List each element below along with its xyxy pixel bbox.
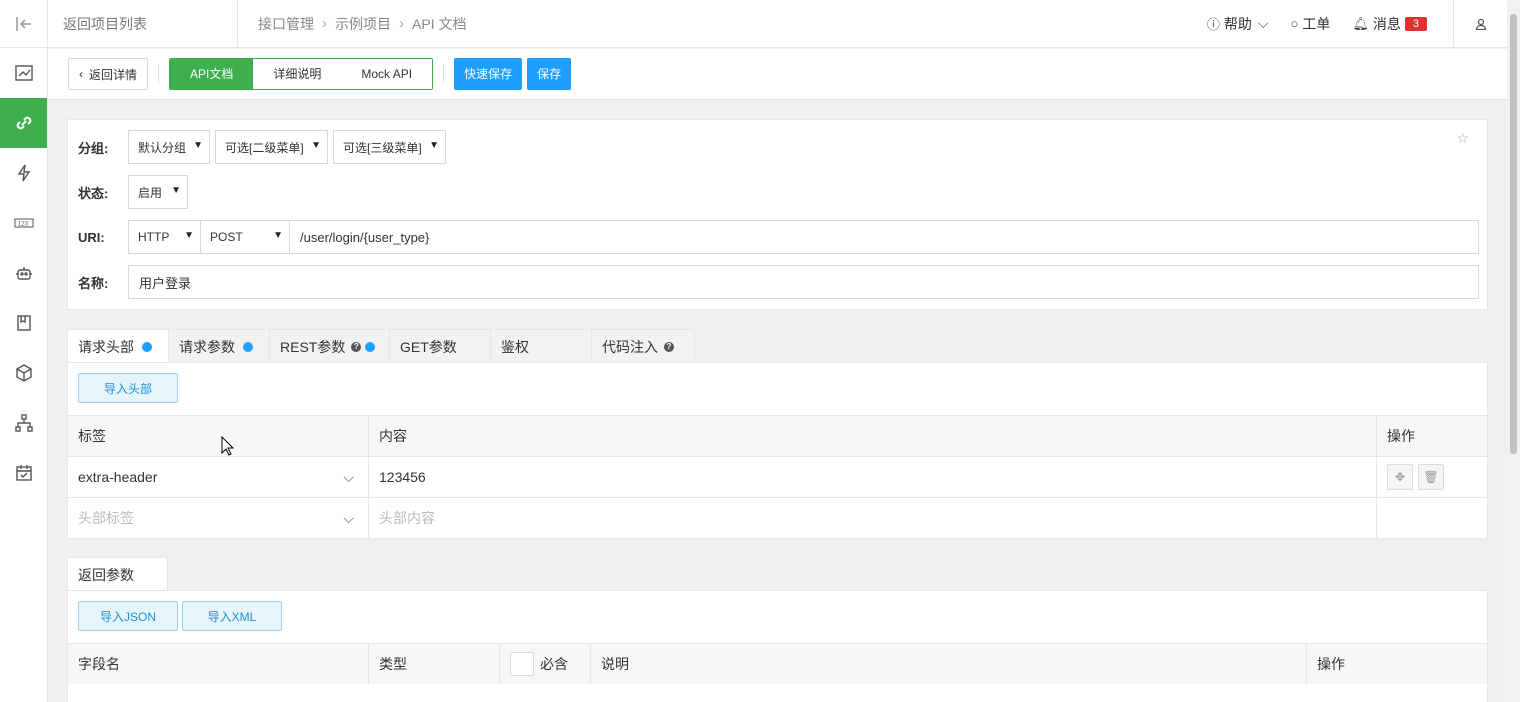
status-dot-icon bbox=[365, 341, 376, 352]
uri-label: URI: bbox=[78, 229, 105, 245]
breadcrumb-item[interactable]: 示例项目 bbox=[335, 14, 391, 34]
collapse-sidebar-icon[interactable] bbox=[0, 0, 47, 48]
import-headers-button[interactable]: 导入头部 bbox=[78, 373, 178, 403]
tab-get-params[interactable]: GET参数 bbox=[390, 329, 491, 363]
sidebar-item-calendar[interactable] bbox=[0, 448, 47, 498]
save-button[interactable]: 保存 bbox=[527, 58, 572, 90]
tab-auth[interactable]: 鉴权 bbox=[491, 329, 592, 363]
mouse-cursor-icon bbox=[221, 436, 235, 456]
chevron-down-icon: ⌵ bbox=[1257, 15, 1269, 31]
column-header: 操作 bbox=[1377, 416, 1487, 456]
trash-icon[interactable]: 🗑︎ bbox=[1418, 464, 1444, 490]
breadcrumb: 接口管理 › 示例项目 › API 文档 bbox=[238, 14, 1189, 34]
help-icon: ? bbox=[351, 341, 362, 352]
chat-bubble-icon: ○ bbox=[1290, 16, 1299, 31]
import-xml-button[interactable]: 导入XML bbox=[182, 601, 282, 631]
back-to-detail-button[interactable]: ‹ 返回详情 bbox=[68, 58, 149, 90]
chevron-down-icon: ⌵ bbox=[343, 469, 354, 485]
chevron-down-icon: ⌵ bbox=[343, 510, 354, 526]
name-label: 名称: bbox=[78, 275, 109, 291]
sidebar-item-numbers[interactable]: 123 bbox=[0, 198, 47, 248]
sidebar-item-cube[interactable] bbox=[0, 348, 47, 398]
response-tabs: 返回参数 bbox=[67, 557, 168, 592]
tab-code-injection[interactable]: 代码注入? bbox=[592, 329, 695, 363]
table-header-row: 标签 内容 操作 bbox=[68, 415, 1487, 456]
breadcrumb-item[interactable]: 接口管理 bbox=[258, 14, 314, 34]
import-json-button[interactable]: 导入JSON bbox=[78, 601, 178, 631]
header-label-select[interactable]: extra-header ⌵ bbox=[68, 457, 369, 497]
sidebar-item-document[interactable] bbox=[0, 298, 47, 348]
response-params-panel: 导入JSON 导入XML 字段名 类型 必含 说明 操作 bbox=[67, 590, 1488, 702]
chevron-right-icon: › bbox=[322, 15, 327, 32]
tab-mock-api[interactable]: Mock API bbox=[341, 59, 433, 89]
column-header: 操作 bbox=[1307, 644, 1487, 684]
api-basic-form: ☆ 分组: 默认分组 ▼ 可选[二级菜单] ▼ 可选[三级菜单] ▼ 状态: 启用 ▼ … bbox=[67, 119, 1488, 310]
left-sidebar: 123 bbox=[0, 0, 48, 702]
messages-link[interactable]: 🔔︎ 消息 3 bbox=[1352, 14, 1427, 34]
ticket-label: 工单 bbox=[1302, 15, 1331, 32]
top-bar: 返回项目列表 接口管理 › 示例项目 › API 文档 ⓘ 帮助 ⌵ ○ 工单 … bbox=[48, 0, 1507, 48]
request-tabs: 请求头部 请求参数 REST参数? GET参数 鉴权 代码注入? bbox=[67, 329, 695, 364]
vertical-scrollbar[interactable] bbox=[1507, 0, 1520, 702]
table-row-new: 头部标签 ⌵ 头部内容 bbox=[68, 497, 1487, 538]
status-label: 状态: bbox=[78, 185, 109, 201]
chevron-left-icon: ‹ bbox=[79, 67, 83, 81]
sidebar-item-robot[interactable] bbox=[0, 248, 47, 298]
star-icon[interactable]: ☆ bbox=[1456, 130, 1469, 147]
user-menu[interactable] bbox=[1453, 0, 1507, 48]
help-label: 帮助 bbox=[1223, 15, 1252, 32]
user-icon bbox=[1475, 18, 1486, 30]
method-select[interactable]: POST ▼ bbox=[201, 220, 290, 254]
tab-request-params[interactable]: 请求参数 bbox=[169, 329, 270, 363]
sidebar-item-api[interactable] bbox=[0, 98, 47, 148]
column-header: 类型 bbox=[369, 644, 500, 684]
info-icon: ⓘ bbox=[1206, 17, 1220, 32]
subgroup-level3-select[interactable]: 可选[三级菜单] ▼ bbox=[333, 130, 446, 164]
status-select[interactable]: 启用 ▼ bbox=[128, 175, 188, 209]
messages-label: 消息 bbox=[1372, 15, 1401, 32]
header-label-placeholder[interactable]: 头部标签 ⌵ bbox=[68, 498, 369, 538]
bell-icon: 🔔︎ bbox=[1352, 15, 1369, 31]
tab-request-headers[interactable]: 请求头部 bbox=[67, 329, 169, 364]
status-dot-icon bbox=[243, 341, 253, 352]
column-header: 内容 bbox=[369, 416, 1377, 456]
back-to-project-list-link[interactable]: 返回项目列表 bbox=[48, 0, 238, 48]
chevron-right-icon: › bbox=[399, 15, 404, 32]
uri-input[interactable]: /user/login/{user_type} bbox=[290, 220, 1479, 254]
request-headers-panel: 导入头部 标签 内容 操作 extra-header ⌵ 123456 ✥ 🗑︎ … bbox=[67, 362, 1488, 539]
protocol-select[interactable]: HTTP ▼ bbox=[128, 220, 201, 254]
move-icon[interactable]: ✥ bbox=[1387, 464, 1413, 490]
status-dot-icon bbox=[142, 342, 152, 352]
editor-toolbar: ‹ 返回详情 API文档 详细说明 Mock API 快速保存 保存 bbox=[48, 49, 1507, 100]
header-content-placeholder[interactable]: 头部内容 bbox=[369, 498, 1377, 538]
header-content-input[interactable]: 123456 bbox=[369, 457, 1377, 497]
view-mode-tabs: API文档 详细说明 Mock API bbox=[169, 58, 434, 90]
tab-response-params[interactable]: 返回参数 bbox=[67, 557, 168, 592]
tab-detail[interactable]: 详细说明 bbox=[253, 59, 342, 89]
subgroup-level2-select[interactable]: 可选[二级菜单] ▼ bbox=[215, 130, 328, 164]
tab-rest-params[interactable]: REST参数? bbox=[270, 329, 390, 363]
help-icon: ? bbox=[664, 341, 674, 352]
sidebar-item-lightning[interactable] bbox=[0, 148, 47, 198]
table-header-row: 字段名 类型 必含 说明 操作 bbox=[68, 643, 1487, 684]
column-header: 字段名 bbox=[68, 644, 369, 684]
tab-api-doc[interactable]: API文档 bbox=[170, 59, 254, 89]
column-header: 说明 bbox=[591, 644, 1307, 684]
table-row: extra-header ⌵ 123456 ✥ 🗑︎ bbox=[68, 456, 1487, 497]
sidebar-item-dashboard[interactable] bbox=[0, 48, 47, 98]
ticket-link[interactable]: ○ 工单 bbox=[1291, 14, 1331, 34]
svg-text:123: 123 bbox=[18, 222, 29, 228]
quick-save-button[interactable]: 快速保存 bbox=[454, 58, 523, 90]
back-to-detail-label: 返回详情 bbox=[89, 67, 138, 82]
column-header: 标签 bbox=[68, 416, 369, 456]
sidebar-item-sitemap[interactable] bbox=[0, 398, 47, 448]
required-checkbox[interactable] bbox=[510, 652, 534, 676]
api-name-input[interactable]: 用户登录 bbox=[128, 265, 1479, 299]
group-select[interactable]: 默认分组 ▼ bbox=[128, 130, 210, 164]
help-menu[interactable]: ⓘ 帮助 ⌵ bbox=[1207, 14, 1269, 34]
messages-count-badge: 3 bbox=[1404, 16, 1427, 31]
breadcrumb-item: API 文档 bbox=[412, 15, 467, 32]
group-label: 分组: bbox=[78, 140, 109, 156]
column-header: 必含 bbox=[540, 656, 568, 672]
